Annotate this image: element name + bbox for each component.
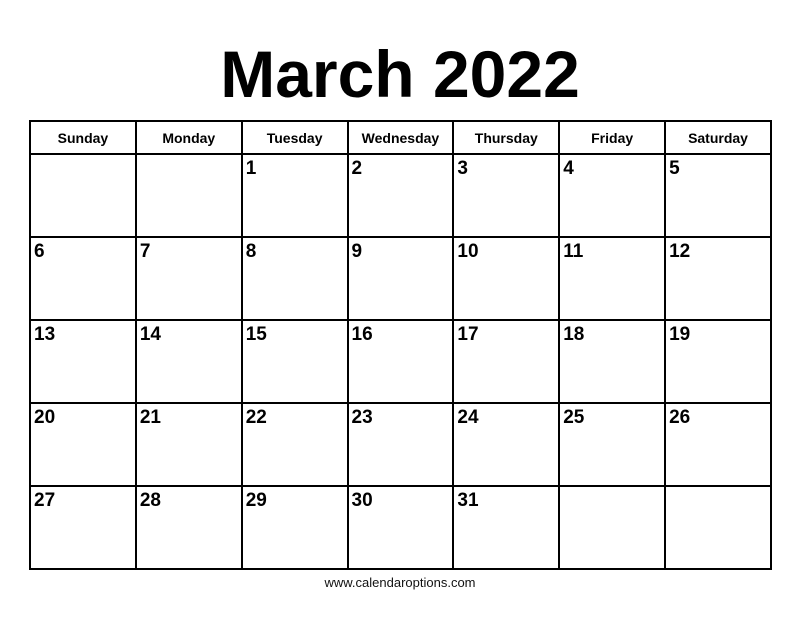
day-cell: 21 — [134, 402, 243, 487]
day-number: 30 — [351, 490, 373, 511]
day-number: 17 — [457, 324, 479, 345]
day-number: 6 — [34, 241, 45, 262]
weekday-header: Tuesday — [240, 120, 349, 155]
day-cell: 12 — [664, 236, 772, 321]
day-cell: 14 — [134, 319, 243, 404]
day-cell: 30 — [346, 485, 455, 570]
day-number — [666, 487, 770, 490]
day-cell: 9 — [346, 236, 455, 321]
day-cell: 16 — [346, 319, 455, 404]
day-number: 3 — [457, 158, 468, 179]
day-cell: 10 — [452, 236, 561, 321]
day-number: 25 — [563, 407, 585, 428]
day-cell: 28 — [134, 485, 243, 570]
day-number: 9 — [351, 241, 363, 262]
day-cell: 8 — [240, 236, 349, 321]
day-number: 14 — [139, 324, 161, 345]
day-number: 26 — [669, 407, 691, 428]
day-number: 23 — [351, 407, 373, 428]
day-cell: 22 — [240, 402, 349, 487]
day-number: 29 — [245, 490, 267, 511]
day-cell: 18 — [558, 319, 667, 404]
day-number: 12 — [669, 241, 691, 262]
calendar-grid: Sunday Monday Tuesday Wednesday Thursday… — [29, 120, 772, 570]
weekday-header: Monday — [134, 120, 243, 155]
day-number: 21 — [139, 407, 161, 428]
day-cell: 23 — [346, 402, 455, 487]
day-number — [137, 155, 241, 158]
day-number — [31, 155, 135, 158]
day-number: 22 — [245, 407, 267, 428]
day-cell: 7 — [134, 236, 243, 321]
weekday-header: Wednesday — [346, 120, 455, 155]
day-cell: 6 — [29, 236, 137, 321]
day-cell: 31 — [452, 485, 561, 570]
day-number: 8 — [245, 241, 257, 262]
day-cell: 5 — [664, 153, 772, 238]
day-cell: 24 — [452, 402, 561, 487]
weekday-header: Sunday — [29, 120, 137, 155]
day-number: 20 — [34, 407, 56, 428]
day-cell: 26 — [664, 402, 772, 487]
day-number: 4 — [563, 158, 574, 179]
day-cell — [29, 153, 137, 238]
day-number: 19 — [669, 324, 691, 345]
day-cell: 4 — [558, 153, 667, 238]
week-row: 20 21 22 23 24 25 26 — [29, 402, 772, 487]
day-number: 5 — [669, 158, 680, 179]
day-cell: 19 — [664, 319, 772, 404]
week-row: 13 14 15 16 17 18 19 — [29, 319, 772, 404]
day-number: 16 — [351, 324, 373, 345]
day-cell: 2 — [346, 153, 455, 238]
day-number: 27 — [34, 490, 56, 511]
day-cell: 25 — [558, 402, 667, 487]
day-cell — [558, 485, 667, 570]
weekday-header: Thursday — [452, 120, 561, 155]
website-footer: www.calendaroptions.com — [324, 575, 476, 590]
day-number: 1 — [245, 158, 257, 179]
weekday-header: Saturday — [664, 120, 772, 155]
day-cell — [134, 153, 243, 238]
weekday-header: Friday — [558, 120, 667, 155]
day-number: 31 — [457, 490, 479, 511]
weekday-header-row: Sunday Monday Tuesday Wednesday Thursday… — [29, 120, 772, 155]
day-number: 11 — [563, 241, 584, 262]
day-number: 18 — [563, 324, 585, 345]
day-number: 10 — [457, 241, 479, 262]
day-cell: 29 — [240, 485, 349, 570]
day-number: 7 — [139, 241, 151, 262]
day-number — [560, 487, 664, 490]
week-row: 27 28 29 30 31 — [29, 485, 772, 570]
week-row: 1 2 3 4 5 — [29, 153, 772, 238]
day-number: 13 — [34, 324, 56, 345]
week-row: 6 7 8 9 10 11 12 — [29, 236, 772, 321]
day-cell: 11 — [558, 236, 667, 321]
calendar-title: March 2022 — [220, 37, 580, 111]
day-cell: 20 — [29, 402, 137, 487]
day-number: 24 — [457, 407, 479, 428]
day-number: 2 — [351, 158, 363, 179]
day-number: 28 — [139, 490, 161, 511]
day-cell: 17 — [452, 319, 561, 404]
day-cell: 13 — [29, 319, 137, 404]
day-number: 15 — [245, 324, 267, 345]
day-cell: 3 — [452, 153, 561, 238]
day-cell — [664, 485, 772, 570]
day-cell: 15 — [240, 319, 349, 404]
day-cell: 27 — [29, 485, 137, 570]
day-cell: 1 — [240, 153, 349, 238]
